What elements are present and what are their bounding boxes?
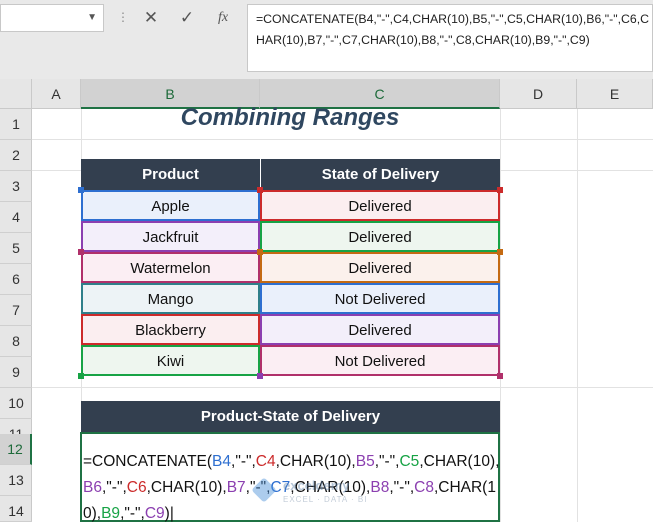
state-cell[interactable]: Delivered [260, 252, 500, 283]
product-cell[interactable]: Kiwi [81, 345, 260, 376]
range-handle-icon[interactable] [257, 373, 263, 379]
range-handle-icon[interactable] [78, 249, 84, 255]
column-header-e[interactable]: E [577, 79, 653, 109]
range-handle-icon[interactable] [497, 187, 503, 193]
formula-token: ,"-", [231, 453, 256, 470]
formula-reference: B6 [83, 479, 102, 496]
row-header[interactable]: 2 [0, 140, 32, 171]
state-cell[interactable]: Not Delivered [260, 283, 500, 314]
formula-reference: C9 [144, 505, 165, 522]
watermark-subtitle: EXCEL · DATA · BI [283, 495, 368, 504]
name-box[interactable]: ▼ [0, 4, 104, 32]
formula-token: ,CHAR(10), [146, 479, 227, 496]
row-header[interactable]: 1 [0, 109, 32, 140]
row-header[interactable]: 6 [0, 264, 32, 295]
product-cell[interactable]: Jackfruit [81, 221, 260, 252]
state-cell[interactable]: Delivered [260, 221, 500, 252]
range-handle-icon[interactable] [497, 249, 503, 255]
check-icon: ✓ [179, 8, 195, 27]
text-cursor: | [169, 505, 174, 522]
formula-reference: C6 [126, 479, 147, 496]
row-header[interactable]: 13 [0, 465, 32, 496]
formula-reference: B5 [355, 453, 375, 470]
close-icon: ✕ [143, 8, 159, 27]
cancel-button[interactable]: ✕ [136, 6, 166, 30]
row-header[interactable]: 14 [0, 496, 32, 522]
range-handle-icon[interactable] [78, 373, 84, 379]
range-handle-icon[interactable] [497, 373, 503, 379]
select-all-corner[interactable] [0, 79, 32, 109]
formula-token: ,CHAR(10), [419, 453, 500, 470]
grid-line [32, 139, 653, 140]
formula-token: ,"-", [120, 505, 145, 522]
formula-reference: B9 [101, 505, 121, 522]
row-header[interactable]: 10 [0, 388, 32, 419]
formula-text[interactable]: =CONCATENATE(B4,"-",C4,CHAR(10),B5,"-",C… [256, 9, 651, 51]
formula-reference: B7 [226, 479, 246, 496]
formula-reference: B4 [212, 453, 232, 470]
sheet-title: Combining Ranges [180, 104, 400, 131]
state-cell[interactable]: Delivered [260, 314, 500, 345]
formula-token: =CONCATENATE( [83, 453, 213, 470]
formula-token: ,CHAR(10), [275, 453, 356, 470]
insert-function-button[interactable]: fx [208, 6, 238, 30]
watermark-title: exceldemy [283, 478, 350, 493]
row-header[interactable]: 4 [0, 202, 32, 233]
drag-handle-icon[interactable]: ⋮ [117, 10, 129, 24]
row-header[interactable]: 8 [0, 326, 32, 357]
product-cell[interactable]: Apple [81, 190, 260, 221]
formula-reference: C8 [414, 479, 434, 496]
grid-line [32, 387, 653, 388]
logo-icon [251, 477, 277, 503]
product-cell[interactable]: Mango [81, 283, 260, 314]
column-header-d[interactable]: D [500, 79, 577, 109]
product-cell[interactable]: Watermelon [81, 252, 260, 283]
watermark: exceldemy EXCEL · DATA · BI [251, 477, 375, 512]
fx-icon: fx [217, 10, 229, 25]
chevron-down-icon[interactable]: ▼ [87, 12, 97, 23]
result-header[interactable]: Product-State of Delivery [81, 401, 500, 432]
state-cell[interactable]: Delivered [260, 190, 500, 221]
product-cell[interactable]: Blackberry [81, 314, 260, 345]
formula-token: ,"-", [101, 479, 127, 496]
header-product[interactable]: Product [81, 159, 260, 190]
range-handle-icon[interactable] [257, 187, 263, 193]
range-handle-icon[interactable] [257, 249, 263, 255]
row-header[interactable]: 3 [0, 171, 32, 202]
row-header[interactable]: 5 [0, 233, 32, 264]
formula-token: ,"-", [374, 453, 400, 470]
row-header[interactable]: 9 [0, 357, 32, 388]
column-header-a[interactable]: A [32, 79, 81, 109]
formula-reference: C4 [255, 453, 276, 470]
enter-button[interactable]: ✓ [172, 6, 202, 30]
row-header-bar: 1 2 3 4 5 6 7 8 9 10 11 12 13 14 [0, 109, 32, 522]
header-state[interactable]: State of Delivery [260, 159, 500, 190]
row-header-selected[interactable]: 12 [0, 434, 32, 465]
range-handle-icon[interactable] [78, 187, 84, 193]
formula-reference: C5 [399, 453, 420, 470]
formula-token: ,"-", [389, 479, 415, 496]
row-header[interactable]: 7 [0, 295, 32, 326]
state-cell[interactable]: Not Delivered [260, 345, 500, 376]
